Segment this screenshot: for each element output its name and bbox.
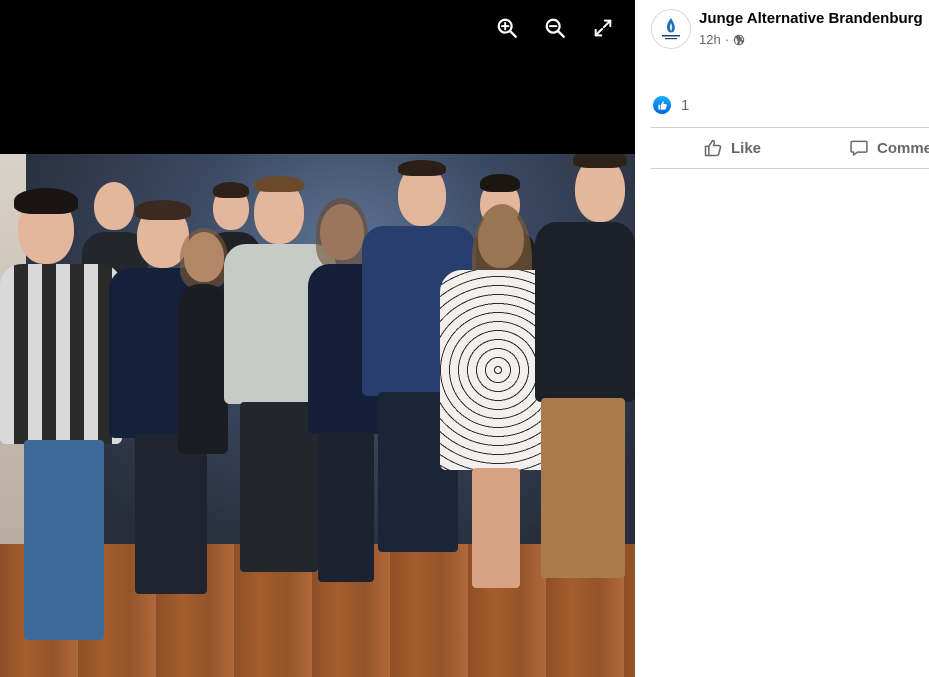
fullscreen-icon: [594, 19, 612, 37]
post-actions: Like Comment: [651, 128, 929, 168]
like-label: Like: [731, 139, 762, 157]
viewer-toolbar: [489, 14, 621, 42]
meta-separator: ·: [724, 32, 730, 47]
photo-viewer: [0, 0, 635, 677]
like-reaction-icon: [653, 96, 671, 114]
like-button[interactable]: Like: [703, 128, 761, 168]
post-panel: Junge Alternative Brandenburg 12h · 1 Li…: [635, 0, 929, 677]
reaction-count: 1: [681, 96, 690, 114]
post-timestamp[interactable]: 12h: [699, 32, 721, 47]
person-figure: [535, 154, 635, 624]
page-avatar[interactable]: [651, 9, 691, 49]
zoom-in-icon: [497, 18, 517, 38]
comment-icon: [850, 140, 868, 156]
comment-label: Comment: [877, 139, 929, 157]
zoom-out-button[interactable]: [537, 14, 573, 42]
thumbs-up-icon: [704, 139, 722, 157]
fullscreen-button[interactable]: [585, 14, 621, 42]
zoom-in-button[interactable]: [489, 14, 525, 42]
page-logo-icon: [653, 11, 689, 47]
zoom-out-icon: [545, 18, 565, 38]
post-meta: 12h ·: [699, 32, 745, 47]
reaction-summary[interactable]: 1: [653, 96, 689, 114]
post-photo[interactable]: [0, 154, 635, 677]
page-name-link[interactable]: Junge Alternative Brandenburg: [699, 10, 923, 27]
comment-button[interactable]: Comment: [849, 128, 929, 168]
globe-icon[interactable]: [733, 34, 745, 46]
divider: [651, 168, 929, 169]
